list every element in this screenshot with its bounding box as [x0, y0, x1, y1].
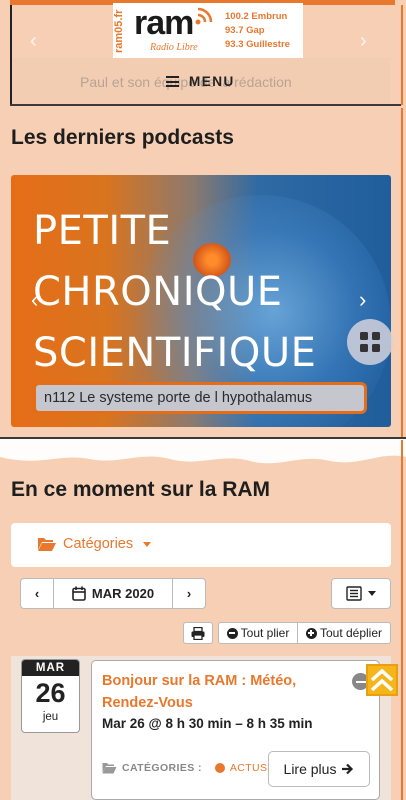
chevron-right-icon: › [186, 586, 192, 601]
chevron-left-icon: ‹ [34, 586, 40, 601]
hamburger-icon [166, 76, 179, 87]
heading-line-2: CHRONIQUE [33, 269, 283, 315]
event-time: Mar 26 @ 8 h 30 min – 8 h 35 min [102, 716, 313, 731]
cloud-decoration [0, 439, 406, 464]
event-month: MAR [22, 660, 79, 676]
logo-domain-text: ram05.fr [113, 9, 125, 53]
scroll-to-top-button[interactable] [366, 664, 398, 696]
event-day: 26 [35, 678, 66, 708]
podcast-episode-caption[interactable]: n112 Le systeme porte de l hypothalamus [33, 382, 367, 414]
unfold-all-label: Tout déplier [319, 626, 383, 640]
month-picker-button[interactable]: MAR 2020 [54, 578, 173, 609]
plus-circle-icon [305, 627, 317, 639]
event-categories-label: CATÉGORIES : [122, 762, 202, 774]
categories-label: Catégories [63, 536, 134, 552]
header-bottom-border [10, 104, 401, 106]
podcast-slide-heading: PETITE CHRONIQUE SCIENTIFIQUE [33, 201, 333, 384]
right-border-lower [401, 440, 403, 800]
podcast-slide[interactable]: PETITE CHRONIQUE SCIENTIFIQUE n112 Le sy… [11, 175, 391, 427]
frequency-embrun: 100.2 Embrun [225, 11, 288, 22]
menu-toggle-button[interactable]: MENU [166, 74, 235, 89]
minus-circle-icon [226, 627, 238, 639]
header-slider-prev-icon[interactable]: ‹ [30, 30, 37, 53]
next-month-button[interactable]: › [173, 578, 206, 609]
event-weekday: jeu [42, 711, 59, 723]
right-border [401, 108, 403, 438]
caret-down-icon [143, 541, 152, 547]
grid-icon [360, 344, 368, 352]
double-chevron-up-icon [370, 668, 394, 692]
current-month-label: MAR 2020 [91, 586, 155, 601]
calendar-icon [72, 586, 86, 601]
header-right-border [401, 5, 403, 105]
heading-line-1: PETITE [33, 208, 172, 254]
event-date-card: MAR 26 jeu [21, 659, 80, 733]
podcast-next-icon[interactable]: › [359, 287, 366, 313]
printer-icon [191, 626, 205, 640]
categories-dropdown[interactable]: Catégories [37, 536, 152, 552]
prev-month-button[interactable]: ‹ [20, 578, 54, 609]
frequency-guillestre: 93.3 Guillestre [225, 39, 290, 50]
logo-tagline: Radio Libre [150, 42, 198, 53]
category-color-dot [214, 763, 225, 773]
grid-icon [372, 332, 380, 340]
logo-wordmark: ram [134, 4, 194, 42]
podcast-prev-icon[interactable]: ‹ [31, 287, 38, 313]
print-button[interactable] [183, 622, 213, 644]
view-selector-button[interactable] [331, 578, 391, 609]
logo-frequencies: 100.2 Embrun 93.7 Gap 93.3 Guillestre [225, 10, 290, 52]
read-more-button[interactable]: Lire plus [268, 751, 370, 787]
folder-open-icon [38, 538, 56, 551]
event-title-link[interactable]: Bonjour sur la RAM : Météo, Rendez-Vous [102, 670, 342, 714]
radio-wave-icon [195, 7, 213, 25]
fold-all-label: Tout plier [240, 626, 290, 640]
frequency-gap: 93.7 Gap [225, 25, 265, 36]
event-category-link[interactable]: ACTUS [230, 762, 268, 774]
events-section-title: En ce moment sur la RAM [11, 478, 271, 501]
event-categories: CATÉGORIES : ACTUS [102, 762, 267, 774]
header-slider-next-icon[interactable]: › [360, 30, 367, 53]
folder-open-icon [102, 763, 117, 774]
caret-down-icon [368, 591, 376, 596]
read-more-label: Lire plus [283, 761, 337, 777]
month-navigation: ‹ MAR 2020 › [20, 578, 206, 609]
fold-all-button[interactable]: Tout plier [218, 622, 298, 644]
grid-icon [372, 344, 380, 352]
grid-icon [360, 332, 368, 340]
podcasts-section-title: Les derniers podcasts [11, 126, 234, 149]
arrow-right-icon [342, 763, 354, 775]
unfold-all-button[interactable]: Tout déplier [297, 622, 391, 644]
heading-line-3: SCIENTIFIQUE [33, 330, 317, 376]
site-header: ‹ › ram05.fr ram Radio Libre 100.2 Embru… [0, 0, 406, 108]
list-view-icon [346, 586, 362, 601]
menu-label: MENU [189, 74, 235, 89]
podcast-grid-button[interactable] [347, 319, 393, 365]
